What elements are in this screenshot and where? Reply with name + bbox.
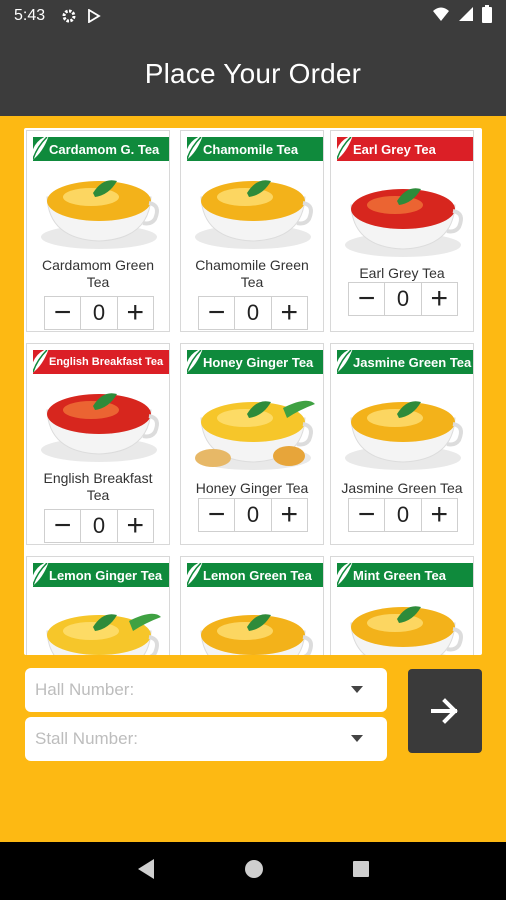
signal-icon	[458, 6, 474, 27]
submit-order-button[interactable]	[408, 669, 482, 753]
tea-badge-label: Chamomile Tea	[203, 141, 299, 157]
decrease-quantity-button[interactable]: −	[199, 297, 236, 329]
increase-quantity-button[interactable]: +	[272, 297, 307, 329]
quantity-value: 0	[385, 499, 422, 531]
hall-number-placeholder: Hall Number:	[35, 680, 135, 699]
quantity-value: 0	[385, 283, 422, 315]
hall-number-dropdown[interactable]: Hall Number:	[25, 668, 387, 712]
tea-badge: Jasmine Green Tea	[337, 350, 473, 374]
quantity-stepper[interactable]: −0 +	[348, 282, 458, 316]
tea-badge-label: Lemon Green Tea	[203, 567, 312, 583]
quantity-value: 0	[235, 499, 272, 531]
tea-cup-image	[191, 601, 315, 655]
back-icon[interactable]	[136, 858, 156, 885]
tea-badge-label: Cardamom G. Tea	[49, 141, 160, 157]
tea-badge: Lemon Ginger Tea	[33, 563, 169, 587]
tea-cup-image	[37, 380, 161, 466]
quantity-value: 0	[235, 297, 272, 329]
tea-card: Jasmine Green Tea Jasmine Green Tea −0 +	[330, 343, 474, 545]
chevron-down-icon	[351, 735, 363, 742]
tea-badge: Cardamom G. Tea	[33, 137, 169, 161]
tea-cup-image	[341, 593, 465, 655]
tea-badge-label: Lemon Ginger Tea	[49, 567, 163, 583]
increase-quantity-button[interactable]: +	[422, 499, 457, 531]
quantity-stepper[interactable]: −0 +	[44, 296, 154, 330]
tea-card: Lemon Green Tea	[180, 556, 324, 655]
status-bar: 5:43	[0, 0, 506, 32]
tea-badge-label: Mint Green Tea	[353, 567, 446, 583]
tea-cup-image	[191, 167, 315, 253]
page-title: Place Your Order	[144, 58, 362, 89]
stall-number-placeholder: Stall Number:	[35, 729, 138, 748]
decrease-quantity-button[interactable]: −	[45, 510, 82, 542]
tea-card: Earl Grey Tea Earl Grey Tea −0 +	[330, 130, 474, 332]
system-nav-bar	[0, 842, 506, 900]
tea-badge-label: Earl Grey Tea	[353, 141, 436, 157]
chevron-down-icon	[351, 686, 363, 693]
tea-card: Cardamom G. Tea Cardamom Green Tea −0 +	[26, 130, 170, 332]
tea-card: Lemon Ginger Tea	[26, 556, 170, 655]
tea-badge-label: Honey Ginger Tea	[203, 354, 314, 370]
home-icon[interactable]	[244, 859, 264, 884]
tea-name: Honey Ginger Tea	[195, 480, 309, 496]
tea-card: Chamomile Tea Chamomile Green Tea −0 +	[180, 130, 324, 332]
quantity-stepper[interactable]: −0 +	[198, 498, 308, 532]
increase-quantity-button[interactable]: +	[118, 297, 153, 329]
tea-cup-image	[37, 601, 161, 655]
quantity-value: 0	[81, 510, 118, 542]
tea-name: Earl Grey Tea	[359, 265, 445, 281]
increase-quantity-button[interactable]: +	[422, 283, 457, 315]
quantity-stepper[interactable]: −0 +	[44, 509, 154, 543]
tea-cup-image	[341, 175, 465, 261]
decrease-quantity-button[interactable]: −	[349, 499, 386, 531]
tea-cup-image	[37, 167, 161, 253]
decrease-quantity-button[interactable]: −	[45, 297, 82, 329]
app-bar: Place Your Order	[0, 32, 506, 116]
tea-card: Mint Green Tea	[330, 556, 474, 655]
tea-name: Chamomile Green Tea	[195, 257, 309, 290]
play-store-icon	[87, 9, 101, 23]
tea-grid[interactable]: Cardamom G. Tea Cardamom Green Tea −0 + Cham…	[24, 128, 482, 655]
status-time: 5:43	[14, 7, 46, 24]
tea-card: English Breakfast Tea English Breakfast T…	[26, 343, 170, 545]
stall-number-dropdown[interactable]: Stall Number:	[25, 717, 387, 761]
quantity-stepper[interactable]: −0 +	[198, 296, 308, 330]
battery-icon	[482, 4, 492, 28]
tea-badge: English Breakfast Tea	[33, 350, 169, 374]
tea-name: Jasmine Green Tea	[341, 480, 463, 496]
tea-name: Cardamom Green Tea	[41, 257, 155, 290]
settings-icon	[61, 8, 77, 24]
recents-icon[interactable]	[352, 860, 370, 883]
quantity-value: 0	[81, 297, 118, 329]
tea-badge-label: English Breakfast Tea	[49, 356, 164, 368]
tea-badge: Chamomile Tea	[187, 137, 323, 161]
arrow-right-icon	[431, 698, 458, 724]
quantity-stepper[interactable]: −0 +	[348, 498, 458, 532]
increase-quantity-button[interactable]: +	[272, 499, 307, 531]
tea-card: Honey Ginger Tea Honey Ginger Tea −0 +	[180, 343, 324, 545]
tea-cup-image	[191, 388, 315, 474]
tea-badge: Earl Grey Tea	[337, 137, 473, 161]
tea-badge: Mint Green Tea	[337, 563, 473, 587]
increase-quantity-button[interactable]: +	[118, 510, 153, 542]
tea-name: English Breakfast Tea	[43, 470, 153, 503]
wifi-icon	[432, 6, 450, 27]
tea-badge: Honey Ginger Tea	[187, 350, 323, 374]
tea-badge: Lemon Green Tea	[187, 563, 323, 587]
decrease-quantity-button[interactable]: −	[199, 499, 236, 531]
decrease-quantity-button[interactable]: −	[349, 283, 386, 315]
tea-cup-image	[341, 388, 465, 474]
tea-badge-label: Jasmine Green Tea	[353, 354, 472, 370]
